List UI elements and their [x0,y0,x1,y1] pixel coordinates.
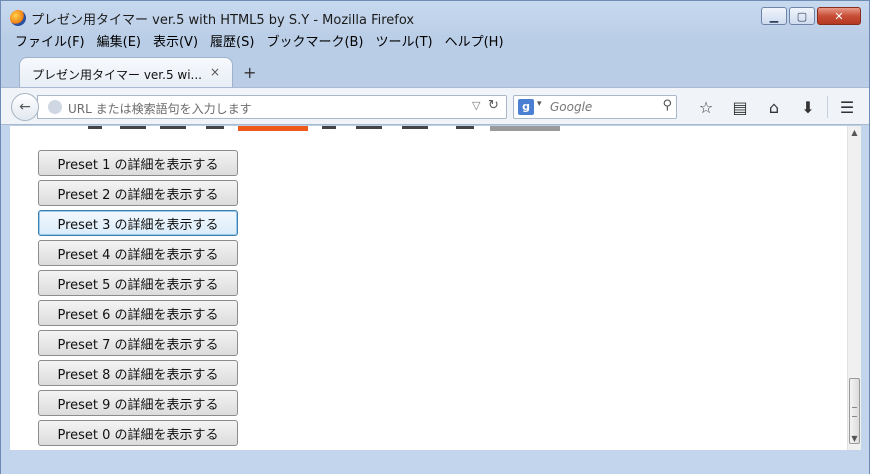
menu-tools[interactable]: ツール(T) [370,33,439,53]
reading-list-icon[interactable]: ▤ [723,96,757,118]
preset-7-detail-button[interactable]: Preset 7 の詳細を表示する [38,330,238,356]
page-content: Preset 1 の詳細を表示する Preset 2 の詳細を表示する Pres… [10,126,847,450]
preset-8-detail-button[interactable]: Preset 8 の詳細を表示する [38,360,238,386]
strip-mark [356,126,382,129]
maximize-button[interactable]: ▢ [789,7,815,25]
tab-bar: プレゼン用タイマー ver.5 wi... × + [1,57,869,87]
browser-window: プレゼン用タイマー ver.5 with HTML5 by S.Y - Mozi… [0,0,870,474]
strip-mark [322,126,336,129]
tab-label: プレゼン用タイマー ver.5 wi... [32,68,202,82]
preset-0-detail-button[interactable]: Preset 0 の詳細を表示する [38,420,238,446]
window-controls: ▁ ▢ ✕ [761,7,861,25]
url-history-dropdown-icon[interactable]: ▽ [472,99,480,112]
search-engine-icon[interactable]: g [518,99,534,115]
magnifier-icon[interactable]: ⚲ [662,98,672,113]
scroll-down-icon[interactable]: ▼ [848,434,861,448]
site-identity-icon[interactable] [48,100,62,114]
url-bar[interactable]: URL または検索語句を入力します ▽ ↻ [37,95,507,119]
new-tab-button[interactable]: + [243,63,256,82]
preset-1-detail-button[interactable]: Preset 1 の詳細を表示する [38,150,238,176]
scroll-grip-icon [852,407,857,417]
window-frame-left [1,125,10,450]
home-icon[interactable]: ⌂ [757,96,791,118]
navigation-toolbar: URL または検索語句を入力します ▽ ↻ ← g ▾ Google ⚲ ☆ ▤… [1,87,869,125]
title-bar: プレゼン用タイマー ver.5 with HTML5 by S.Y - Mozi… [1,1,869,31]
menu-bar: ファイル(F) 編集(E) 表示(V) 履歴(S) ブックマーク(B) ツール(… [9,33,510,53]
url-input[interactable]: URL または検索語句を入力します [68,100,252,117]
timer-strip [10,126,847,132]
window-title: プレゼン用タイマー ver.5 with HTML5 by S.Y - Mozi… [31,13,415,28]
preset-6-detail-button[interactable]: Preset 6 の詳細を表示する [38,300,238,326]
menu-history[interactable]: 履歴(S) [204,33,260,53]
preset-4-detail-button[interactable]: Preset 4 の詳細を表示する [38,240,238,266]
search-engine-dropdown-icon[interactable]: ▾ [537,99,542,109]
toolbar-separator [827,96,828,118]
reload-icon[interactable]: ↻ [488,98,499,113]
preset-9-detail-button[interactable]: Preset 9 の詳細を表示する [38,390,238,416]
tab-active[interactable]: プレゼン用タイマー ver.5 wi... × [19,57,233,87]
menu-help[interactable]: ヘルプ(H) [439,33,510,53]
strip-mark [160,126,186,129]
back-arrow-icon: ← [19,99,31,115]
bookmark-star-icon[interactable]: ☆ [689,96,723,118]
search-bar[interactable]: g ▾ Google ⚲ [513,95,677,119]
downloads-icon[interactable]: ⬇ [791,96,825,118]
back-button[interactable]: ← [11,93,39,121]
menu-bookmarks[interactable]: ブックマーク(B) [260,33,369,53]
window-frame-bottom [1,450,869,474]
preset-3-detail-button[interactable]: Preset 3 の詳細を表示する [38,210,238,236]
menu-file[interactable]: ファイル(F) [9,33,91,53]
scroll-up-icon[interactable]: ▲ [848,128,861,142]
window-frame-right [861,125,869,450]
vertical-scrollbar[interactable]: ▲ ▼ [847,126,861,450]
strip-mark [88,126,102,129]
toolbar-icons: ☆ ▤ ⌂ ⬇ ☰ [689,96,864,118]
minimize-button[interactable]: ▁ [761,7,787,25]
preset-5-detail-button[interactable]: Preset 5 の詳細を表示する [38,270,238,296]
preset-list: Preset 1 の詳細を表示する Preset 2 の詳細を表示する Pres… [38,150,238,446]
close-window-button[interactable]: ✕ [817,7,861,25]
strip-mark [402,126,428,129]
preset-2-detail-button[interactable]: Preset 2 の詳細を表示する [38,180,238,206]
strip-mark [456,126,474,129]
hamburger-menu-icon[interactable]: ☰ [830,96,864,118]
strip-mark [206,126,224,129]
firefox-logo-icon [10,10,26,26]
strip-orange-bar [238,126,308,131]
menu-edit[interactable]: 編集(E) [91,33,147,53]
menu-view[interactable]: 表示(V) [147,33,204,53]
tab-close-icon[interactable]: × [210,65,220,79]
strip-mark [120,126,146,129]
strip-gray-bar [490,126,560,131]
search-input[interactable]: Google [550,100,592,114]
